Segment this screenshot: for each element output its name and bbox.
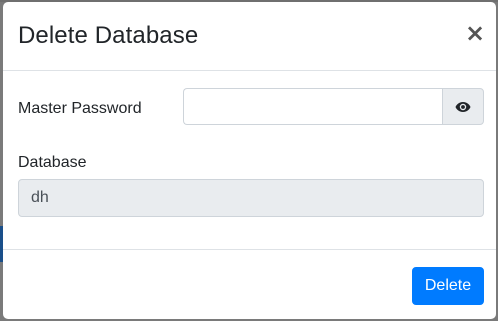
delete-database-modal: Delete Database × Master Password Databa… bbox=[3, 2, 496, 319]
modal-footer: Delete bbox=[3, 249, 496, 319]
modal-body: Master Password Database bbox=[3, 71, 496, 249]
master-password-label: Master Password bbox=[18, 100, 142, 117]
modal-title: Delete Database bbox=[18, 22, 199, 49]
show-password-button[interactable] bbox=[442, 88, 484, 125]
master-password-group bbox=[183, 88, 484, 125]
delete-button[interactable]: Delete bbox=[412, 267, 484, 305]
close-button[interactable]: × bbox=[464, 20, 486, 46]
modal-header: Delete Database × bbox=[3, 2, 496, 71]
master-password-input[interactable] bbox=[183, 88, 443, 125]
database-field[interactable] bbox=[18, 179, 484, 217]
eye-icon bbox=[455, 101, 471, 112]
database-label: Database bbox=[18, 154, 87, 171]
